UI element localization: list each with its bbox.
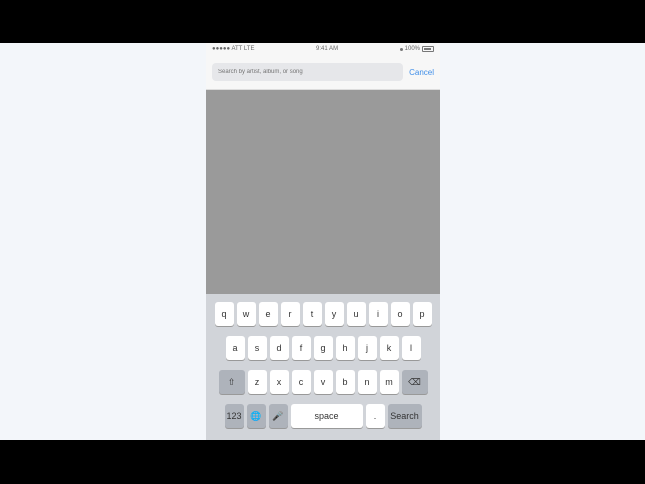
carrier-text: ●●●●● ATT LTE: [212, 46, 255, 52]
key-w[interactable]: w: [236, 302, 256, 326]
status-time: 9:41 AM: [316, 46, 339, 52]
numbers-key[interactable]: 123: [224, 404, 244, 428]
key-b[interactable]: b: [335, 370, 355, 394]
key-n[interactable]: n: [357, 370, 377, 394]
key-z[interactable]: z: [247, 370, 267, 394]
key-e[interactable]: e: [258, 302, 278, 326]
key-g[interactable]: g: [313, 336, 333, 360]
key-u[interactable]: u: [346, 302, 366, 326]
key-x[interactable]: x: [269, 370, 289, 394]
globe-icon[interactable]: 🌐: [246, 404, 266, 428]
key-o[interactable]: o: [390, 302, 410, 326]
battery-icon: [422, 46, 434, 52]
search-input[interactable]: [212, 63, 404, 81]
battery-text: 100%: [404, 46, 420, 52]
key-k[interactable]: k: [379, 336, 399, 360]
status-left: ●●●●● ATT LTE: [212, 46, 254, 52]
shift-key[interactable]: ⇧: [218, 370, 245, 394]
key-t[interactable]: t: [302, 302, 322, 326]
search-header: Cancel: [206, 55, 440, 90]
keyboard-row-3: ⇧ z x c v b n m ⌫: [206, 370, 440, 394]
keyboard: q w e r t y u i o p a s d f g h j k l ⇧ …: [206, 294, 440, 440]
key-a[interactable]: a: [225, 336, 245, 360]
phone-screen: ●●●●● ATT LTE 9:41 AM 100% Cancel q w e …: [206, 43, 440, 440]
keyboard-row-2: a s d f g h j k l: [206, 336, 440, 360]
microphone-icon[interactable]: 🎤: [268, 404, 288, 428]
space-key[interactable]: space: [290, 404, 363, 428]
backspace-key[interactable]: ⌫: [401, 370, 428, 394]
key-l[interactable]: l: [401, 336, 421, 360]
key-q[interactable]: q: [214, 302, 234, 326]
dimmed-content-overlay[interactable]: [206, 90, 440, 295]
wifi-icon: [399, 47, 403, 51]
key-m[interactable]: m: [379, 370, 399, 394]
keyboard-row-1: q w e r t y u i o p: [206, 302, 440, 326]
key-h[interactable]: h: [335, 336, 355, 360]
key-s[interactable]: s: [247, 336, 267, 360]
keyboard-row-4: 123 🌐 🎤 space . Search: [206, 404, 440, 428]
status-bar: ●●●●● ATT LTE 9:41 AM 100%: [206, 43, 440, 55]
letterbox-bottom: [0, 440, 645, 484]
letterbox-top: [0, 0, 645, 43]
key-c[interactable]: c: [291, 370, 311, 394]
key-v[interactable]: v: [313, 370, 333, 394]
period-key[interactable]: .: [365, 404, 385, 428]
key-p[interactable]: p: [412, 302, 432, 326]
key-y[interactable]: y: [324, 302, 344, 326]
key-i[interactable]: i: [368, 302, 388, 326]
key-r[interactable]: r: [280, 302, 300, 326]
key-j[interactable]: j: [357, 336, 377, 360]
search-key[interactable]: Search: [387, 404, 422, 428]
cancel-button[interactable]: Cancel: [409, 68, 434, 77]
key-d[interactable]: d: [269, 336, 289, 360]
status-right: 100%: [399, 46, 434, 52]
key-f[interactable]: f: [291, 336, 311, 360]
